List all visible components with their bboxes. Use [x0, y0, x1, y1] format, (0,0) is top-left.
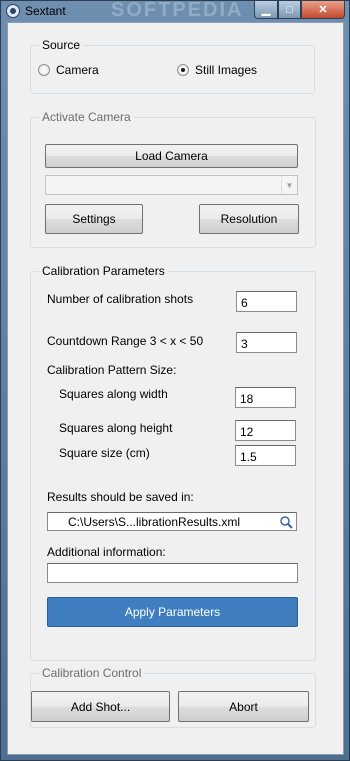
resolution-button[interactable]: Resolution: [199, 204, 299, 234]
add-shot-button[interactable]: Add Shot...: [31, 691, 170, 722]
close-icon: ✕: [318, 4, 328, 16]
app-window: Sextant SOFTPEDIA ▁ □ ✕ Source Camera St…: [0, 0, 350, 761]
square-size-field[interactable]: [235, 445, 296, 466]
source-legend: Source: [39, 38, 84, 52]
squares-width-label: Squares along width: [59, 387, 168, 401]
squares-height-field[interactable]: [235, 420, 296, 441]
calibration-control-group: Calibration Control Add Shot... Abort: [30, 666, 316, 728]
abort-button[interactable]: Abort: [178, 691, 309, 722]
countdown-label: Countdown Range 3 < x < 50: [47, 334, 204, 348]
additional-info-field[interactable]: [47, 563, 298, 583]
settings-button[interactable]: Settings: [45, 204, 143, 234]
squares-width-field[interactable]: [235, 387, 296, 408]
results-label: Results should be saved in:: [47, 490, 194, 504]
still-images-radio-label: Still Images: [195, 63, 258, 77]
minimize-button[interactable]: ▁: [254, 1, 278, 19]
still-images-radio-dot[interactable]: [177, 64, 189, 76]
search-icon[interactable]: [279, 515, 293, 529]
calibration-parameters-group: Calibration Parameters Number of calibra…: [30, 264, 316, 661]
camera-device-select[interactable]: ▼: [45, 175, 298, 195]
title-bar[interactable]: Sextant SOFTPEDIA ▁ □ ✕: [1, 0, 349, 21]
client-area: Source Camera Still Images Activate Came…: [7, 22, 344, 755]
watermark-logo: SOFTPEDIA: [111, 0, 244, 21]
additional-info-label: Additional information:: [47, 545, 166, 559]
shots-label: Number of calibration shots: [47, 292, 194, 306]
apply-parameters-button[interactable]: Apply Parameters: [47, 597, 298, 627]
minimize-icon: ▁: [261, 4, 271, 16]
calibration-control-legend: Calibration Control: [39, 666, 145, 680]
square-size-label: Square size (cm): [59, 446, 150, 460]
countdown-field[interactable]: [236, 332, 297, 353]
activate-camera-group: Activate Camera Load Camera ▼ Settings R…: [30, 110, 316, 248]
calibration-parameters-legend: Calibration Parameters: [39, 264, 168, 278]
results-path-field[interactable]: C:\Users\S...librationResults.xml: [47, 512, 297, 531]
squares-height-label: Squares along height: [59, 421, 173, 435]
shots-field[interactable]: [236, 291, 297, 312]
maximize-button[interactable]: □: [278, 1, 301, 19]
maximize-icon: □: [286, 3, 293, 16]
window-title: Sextant: [25, 4, 66, 18]
results-path-value: C:\Users\S...librationResults.xml: [68, 515, 241, 529]
source-group: Source Camera Still Images: [30, 38, 315, 94]
camera-radio-dot[interactable]: [38, 64, 50, 76]
app-icon: [6, 4, 20, 18]
activate-camera-legend: Activate Camera: [39, 110, 134, 124]
camera-radio-label: Camera: [56, 63, 99, 77]
camera-radio[interactable]: Camera: [38, 63, 99, 77]
chevron-down-icon[interactable]: ▼: [281, 176, 297, 194]
load-camera-button[interactable]: Load Camera: [45, 144, 298, 168]
still-images-radio[interactable]: Still Images: [177, 63, 257, 77]
pattern-size-label: Calibration Pattern Size:: [47, 363, 177, 377]
close-button[interactable]: ✕: [301, 1, 345, 19]
